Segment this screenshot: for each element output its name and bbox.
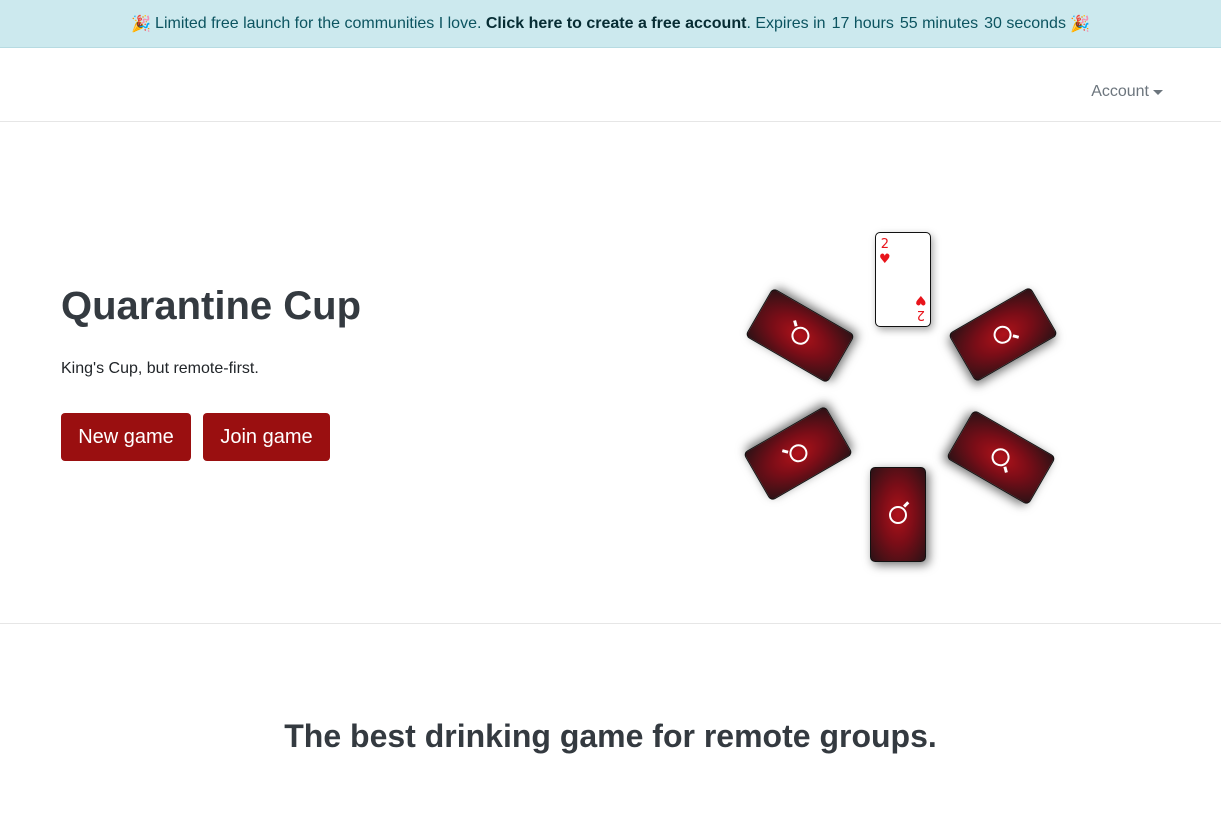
countdown-seconds: 30 seconds [984,14,1066,32]
party-popper-icon: 🎉 [1069,15,1090,33]
countdown-hours: 17 hours [831,14,894,32]
caret-down-icon [1153,89,1163,95]
face-down-card[interactable] [870,467,926,562]
card-corner-top: 2 ♥ [879,237,891,267]
face-up-card[interactable]: 2 ♥ 2 ♥ [875,232,931,327]
card-corner-bottom: 2 ♥ [915,292,927,322]
heart-suit-icon: ♥ [915,292,927,307]
banner-text: Limited free launch for the communities … [155,14,482,32]
section-heading: The best drinking game for remote groups… [284,718,937,754]
expires-label: . Expires in [746,14,826,32]
face-down-card[interactable] [947,286,1059,383]
card-circle: 2 ♥ 2 ♥ [0,122,1221,624]
create-account-link[interactable]: Click here to create a free account [486,15,747,33]
refresh-icon [787,323,813,348]
account-dropdown[interactable]: Account [1091,83,1163,101]
refresh-icon [990,322,1016,347]
heart-suit-icon: ♥ [879,252,891,267]
hero-section: Quarantine Cup King's Cup, but remote-fi… [0,122,1221,624]
countdown-minutes: 55 minutes [899,14,979,32]
navbar: Account [0,48,1221,122]
refresh-icon [988,445,1014,470]
card-rank: 2 [880,237,889,252]
account-label: Account [1091,83,1149,100]
party-popper-icon: 🎉 [131,15,152,33]
face-down-card[interactable] [744,287,856,384]
announcement-banner: 🎉 Limited free launch for the communitie… [0,0,1221,48]
card-rank: 2 [917,307,926,322]
face-down-card[interactable] [945,409,1057,506]
refresh-icon [785,441,811,466]
face-down-card[interactable] [742,405,854,502]
refresh-icon [889,505,907,524]
